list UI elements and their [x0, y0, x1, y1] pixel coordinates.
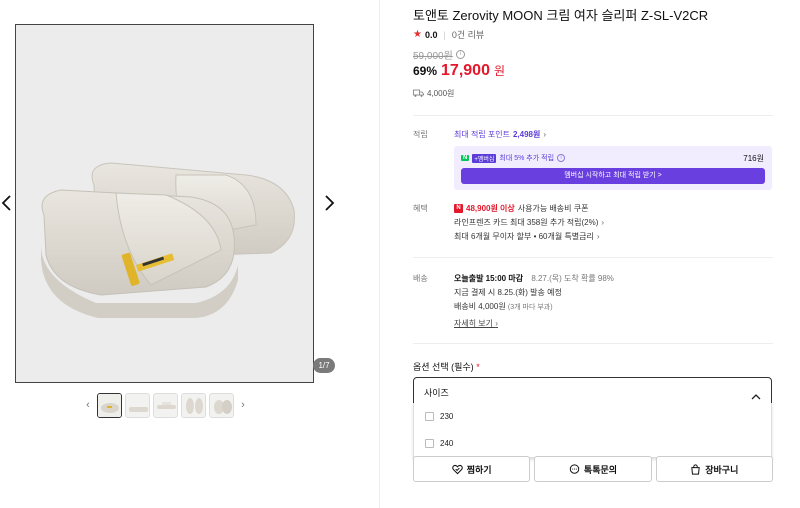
thumbnail[interactable] [181, 392, 206, 418]
option-label: 옵션 선택 (필수) * [413, 360, 480, 373]
membership-text: 최대 5% 추가 적립 [499, 155, 555, 162]
membership-box: N +멤버십 최대 5% 추가 적립 i 716원 멤버십 시작하고 최대 적립… [454, 146, 772, 190]
thumbnail-image [182, 393, 205, 417]
benefits-label: 혜택 [413, 204, 428, 213]
discount-rate: 69% [413, 64, 438, 78]
thumbnail-strip: ‹ › [82, 392, 249, 418]
thumbnail-image [126, 393, 149, 417]
info-icon[interactable]: i [455, 50, 465, 59]
product-title: 토앤토 Zerovity MOON 크림 여자 슬리퍼 Z-SL-V2CR [413, 8, 709, 23]
thumbnail[interactable] [125, 392, 150, 418]
cart-label: 장바구니 [705, 464, 739, 475]
cart-button[interactable]: 장바구니 [655, 456, 773, 482]
plus-membership-badge: +멤버십 [472, 153, 497, 163]
image-gallery: 1/7 ‹ › [0, 0, 380, 508]
delivery-fee: 배송비 4,000원 [454, 302, 506, 311]
chevron-right-icon: › [601, 218, 605, 227]
ship-date: 지금 결제 시 8.25.(화) 발송 예정 [454, 288, 562, 297]
installment-text: 최대 6개월 무이자 할부 • 60개월 특별금리 [454, 232, 594, 241]
currency-unit: 원 [493, 64, 506, 78]
chat-icon [569, 463, 580, 474]
rating-score: 0.0 [424, 29, 438, 40]
chevron-right-icon: › [596, 232, 600, 241]
membership-amount: 716원 [743, 154, 764, 163]
shopping-bag-icon [691, 463, 700, 475]
thumbnail[interactable] [97, 392, 122, 418]
separator: | [443, 29, 446, 40]
coupon-text: 사용가능 배송비 쿠폰 [517, 204, 589, 213]
size-select[interactable]: 사이즈 [413, 377, 772, 404]
required-mark: * [476, 362, 480, 372]
thumb-next-button[interactable]: › [237, 399, 249, 411]
action-buttons: 찜하기 톡톡문의 장바구니 [413, 456, 773, 482]
original-price-row: 59,000원 i [413, 47, 465, 62]
chevron-right-icon: › [543, 130, 547, 139]
arrival-estimate: 8.27.(목) 도착 확률 98% [531, 274, 614, 283]
card-benefit-text: 라인프렌즈 카드 최대 358원 추가 적립(2%) [454, 218, 599, 227]
image-counter: 1/7 [313, 358, 335, 373]
size-option-240[interactable]: 240 [414, 430, 771, 457]
points-label: 적립 [413, 130, 428, 139]
card-benefit[interactable]: 라인프렌즈 카드 최대 358원 추가 적립(2%) › [454, 217, 604, 228]
delivery-label: 배송 [413, 274, 428, 283]
info-icon[interactable]: i [557, 154, 566, 162]
original-price: 59,000원 [413, 51, 453, 62]
size-option-label: 240 [440, 439, 454, 448]
rating-row: ★ 0.0 | 0건 리뷰 [413, 28, 484, 41]
installment-benefit[interactable]: 최대 6개월 무이자 할부 • 60개월 특별금리 › [454, 231, 600, 242]
delivery-detail-link[interactable]: 자세히 보기 › [454, 318, 498, 329]
chevron-right-icon [325, 195, 335, 211]
shipping-fee-row: 4,000원 [413, 88, 454, 99]
truck-icon [413, 89, 424, 99]
size-dropdown: 230 240 [413, 403, 772, 458]
next-image-button[interactable] [322, 193, 336, 213]
wish-label: 찜하기 [466, 464, 492, 475]
divider [413, 343, 773, 344]
npay-badge: N [461, 155, 470, 161]
talk-label: 톡톡문의 [583, 464, 618, 475]
thumbnail[interactable] [209, 392, 234, 418]
max-points-value: 2,498원 [512, 130, 541, 139]
delivery-today-row: 오늘출발 15:00 마감 8.27.(목) 도착 확률 98% [454, 273, 614, 284]
talk-button[interactable]: 톡톡문의 [534, 456, 652, 482]
today-shipping: 오늘출발 15:00 마감 [454, 274, 524, 283]
shipping-fee: 4,000원 [427, 89, 455, 98]
size-select-label: 사이즈 [424, 388, 449, 398]
thumb-prev-button[interactable]: ‹ [82, 399, 94, 411]
chevron-right-icon: › [241, 399, 245, 411]
thumbnail-image [98, 393, 121, 417]
delivery-fee-row: 배송비 4,000원 (3개 마다 부과) [454, 301, 553, 312]
slipper-image [41, 162, 296, 318]
wish-button[interactable]: 찜하기 [413, 456, 531, 482]
max-points-link[interactable]: 최대 적립 포인트 2,498원 › [454, 129, 546, 140]
membership-start-button[interactable]: 멤버십 시작하고 최대 적립 받기 > [461, 168, 765, 184]
price-row: 69% 17,900 원 [413, 62, 505, 80]
chevron-left-icon: ‹ [86, 399, 90, 411]
thumbnail-image [154, 393, 177, 417]
prev-image-button[interactable] [0, 193, 14, 213]
chevron-right-icon: › [495, 319, 498, 328]
thumbnail[interactable] [153, 392, 178, 418]
checkbox[interactable] [425, 439, 434, 448]
sale-price: 17,900 [441, 62, 490, 79]
max-points-prefix: 최대 적립 포인트 [454, 130, 510, 139]
membership-info: N +멤버십 최대 5% 추가 적립 i [461, 153, 566, 163]
size-option-label: 230 [440, 412, 454, 421]
detail-link-text: 자세히 보기 [454, 319, 494, 328]
divider [413, 115, 773, 116]
size-option-230[interactable]: 230 [414, 403, 771, 430]
divider [413, 257, 773, 258]
checkbox[interactable] [425, 412, 434, 421]
chevron-left-icon [1, 195, 11, 211]
coupon-benefit[interactable]: N 48,900원 이상 사용가능 배송비 쿠폰 [454, 203, 588, 214]
naver-n-badge: N [454, 204, 463, 213]
option-label-text: 옵션 선택 (필수) [413, 362, 474, 372]
main-product-image[interactable] [15, 24, 314, 383]
heart-icon [451, 464, 463, 474]
review-count-link[interactable]: 0건 리뷰 [452, 28, 484, 41]
delivery-fee-note: (3개 마다 부과) [507, 304, 553, 311]
thumbnail-image [210, 393, 233, 417]
coupon-amount: 48,900원 이상 [466, 204, 515, 213]
star-icon: ★ [413, 29, 422, 40]
